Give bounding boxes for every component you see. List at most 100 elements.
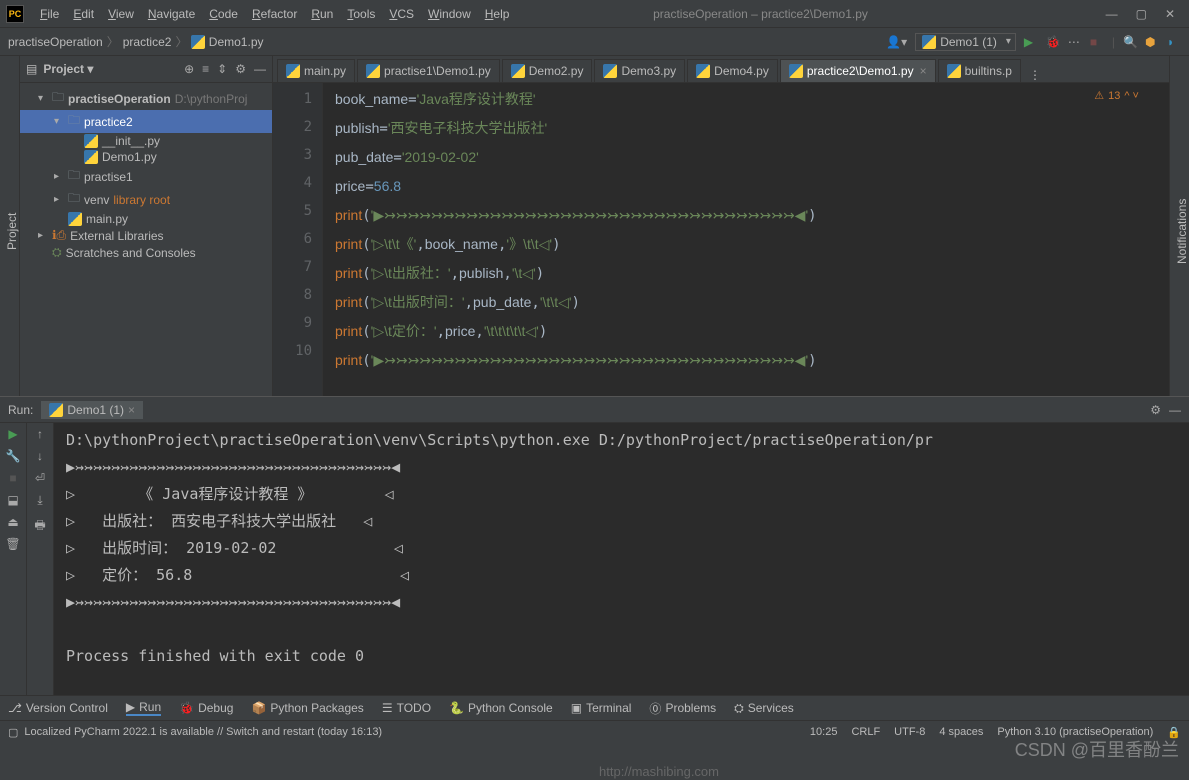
menu-refactor[interactable]: Refactor <box>246 5 303 23</box>
search-icon[interactable]: 🔍 <box>1123 35 1137 49</box>
hide-icon[interactable]: — <box>1169 403 1181 417</box>
tree-folder-practice2[interactable]: ▾🗀 practice2 <box>20 110 272 133</box>
editor-area: main.pypractise1\Demo1.pyDemo2.pyDemo3.p… <box>273 56 1169 396</box>
minimize-icon[interactable]: — <box>1106 7 1118 21</box>
gear-icon[interactable]: ⚙ <box>1150 403 1161 417</box>
indent-setting[interactable]: 4 spaces <box>939 726 983 738</box>
layout-icon[interactable]: ⬓ <box>7 493 18 507</box>
tree-folder-practise1[interactable]: ▸🗀 practise1 <box>20 165 272 188</box>
tree-external-libs[interactable]: ▸ℹ⎙ External Libraries <box>20 227 272 244</box>
tree-scratches[interactable]: ⛭ Scratches and Consoles <box>20 244 272 261</box>
menu-navigate[interactable]: Navigate <box>142 5 201 23</box>
up-icon[interactable]: ↑ <box>37 427 43 441</box>
editor-tab[interactable]: main.py <box>277 59 355 82</box>
user-icon[interactable]: 👤▾ <box>886 35 907 49</box>
print-icon[interactable]: 🖶 <box>34 516 45 537</box>
lock-icon[interactable]: 🔒 <box>1167 726 1181 739</box>
inspection-indicator[interactable]: ⚠ 13 ^ ˅ <box>1094 89 1139 102</box>
run-icon[interactable]: ▶ <box>1024 35 1038 49</box>
tree-root[interactable]: ▾🗀 practiseOperation D:\pythonProj <box>20 87 272 110</box>
status-message[interactable]: Localized PyCharm 2022.1 is available //… <box>24 726 382 738</box>
console-output[interactable]: D:\pythonProject\practiseOperation\venv\… <box>54 423 1189 695</box>
stop-icon[interactable]: ■ <box>9 471 16 485</box>
delete-icon[interactable]: 🗑 <box>5 537 20 551</box>
tree-file-demo1[interactable]: Demo1.py <box>20 149 272 165</box>
learn-icon[interactable]: ◗ <box>1167 35 1181 49</box>
tree-file-main[interactable]: main.py <box>20 211 272 227</box>
tool-tab-problems[interactable]: ⓪Problems <box>649 700 716 717</box>
editor-tab[interactable]: Demo3.py <box>594 59 685 82</box>
menu-view[interactable]: View <box>102 5 140 23</box>
tool-tab-services[interactable]: ⛭Services <box>734 701 794 716</box>
close-icon[interactable]: ✕ <box>1165 7 1175 21</box>
tool-tab-todo[interactable]: ☰TODO <box>382 701 431 715</box>
scroll-icon[interactable]: ⤓ <box>37 493 42 508</box>
maximize-icon[interactable]: ▢ <box>1136 7 1147 21</box>
tool-tab-version-control[interactable]: ⎇Version Control <box>8 701 108 715</box>
tool-tab-debug[interactable]: 🐞Debug <box>179 701 233 715</box>
app-logo: PC <box>6 5 24 23</box>
rerun-icon[interactable]: ▶ <box>8 427 17 441</box>
breadcrumb-sep: 〉 <box>107 33 119 50</box>
editor-tab[interactable]: Demo2.py <box>502 59 593 82</box>
tool-tab-python-packages[interactable]: 📦Python Packages <box>251 701 363 715</box>
tool-tab-terminal[interactable]: ▣Terminal <box>571 701 632 715</box>
folder-icon: 🗀 <box>52 88 64 109</box>
editor-tab[interactable]: practise1\Demo1.py <box>357 59 500 82</box>
editor-tab[interactable]: builtins.p <box>938 59 1021 82</box>
notifications-button[interactable]: Notifications <box>1175 66 1189 396</box>
run-tab[interactable]: Demo1 (1) × <box>41 401 143 419</box>
folder-icon: 🗀 <box>68 111 80 132</box>
project-view-icon[interactable]: ▤ <box>26 62 37 76</box>
more-tabs-icon[interactable]: ⋮ <box>1029 68 1041 82</box>
run-body: ▶ 🔧 ■ ⬓ ⏏ 🗑 ↑ ↓ ⏎ ⤓ 🖶 D:\pythonProject\p… <box>0 423 1189 695</box>
close-icon[interactable]: × <box>920 64 927 78</box>
code-area[interactable]: book_name='Java程序设计教程' publish='西安电子科技大学… <box>323 83 1169 396</box>
soft-wrap-icon[interactable]: ⏎ <box>35 471 45 485</box>
select-opened-icon[interactable]: ⊕ <box>184 62 194 76</box>
tool-tab-run[interactable]: ▶Run <box>126 700 161 716</box>
breadcrumb-seg[interactable]: practiseOperation <box>8 35 103 49</box>
tool-tab-python-console[interactable]: 🐍Python Console <box>449 701 553 715</box>
down-icon[interactable]: ↓ <box>37 449 43 463</box>
bottom-tool-tabs: ⎇Version Control ▶Run 🐞Debug 📦Python Packag… <box>0 695 1189 720</box>
status-icon[interactable]: ▢ <box>8 726 18 739</box>
tool-tab-icon: ⓪ <box>649 700 661 717</box>
editor-tab[interactable]: Demo4.py <box>687 59 778 82</box>
stop-icon[interactable]: ■ <box>1090 35 1104 49</box>
line-separator[interactable]: CRLF <box>851 726 880 738</box>
menu-tools[interactable]: Tools <box>341 5 381 23</box>
project-title[interactable]: Project ▾ <box>43 62 178 76</box>
python-icon <box>84 134 98 148</box>
caret-position[interactable]: 10:25 <box>810 726 838 738</box>
breadcrumb-seg[interactable]: Demo1.py <box>191 35 263 49</box>
editor[interactable]: 12345678910 book_name='Java程序设计教程' publi… <box>273 83 1169 396</box>
editor-tab[interactable]: practice2\Demo1.py× <box>780 59 936 82</box>
breadcrumb-seg[interactable]: practice2 <box>123 35 172 49</box>
titlebar: PC FileEditViewNavigateCodeRefactorRunTo… <box>0 0 1189 28</box>
python-icon <box>947 64 961 78</box>
tree-file-init[interactable]: __init__.py <box>20 133 272 149</box>
run-config-combo[interactable]: Demo1 (1) <box>915 33 1016 51</box>
ide-settings-icon[interactable]: ⬢ <box>1145 35 1159 49</box>
debug-icon[interactable]: 🐞 <box>1046 35 1060 49</box>
python-icon <box>511 64 525 78</box>
menu-file[interactable]: File <box>34 5 65 23</box>
interpreter[interactable]: Python 3.10 (practiseOperation) <box>997 726 1153 738</box>
window-controls: — ▢ ✕ <box>1106 7 1175 21</box>
close-icon[interactable]: × <box>128 403 135 417</box>
collapse-all-icon[interactable]: ⇕ <box>217 62 227 76</box>
expand-all-icon[interactable]: ≡ <box>202 62 209 76</box>
settings-icon[interactable]: ⚙ <box>235 62 246 76</box>
exit-icon[interactable]: ⏏ <box>7 515 18 529</box>
menu-run[interactable]: Run <box>305 5 339 23</box>
file-encoding[interactable]: UTF-8 <box>894 726 925 738</box>
menu-code[interactable]: Code <box>203 5 244 23</box>
hide-icon[interactable]: — <box>254 62 266 76</box>
tree-folder-venv[interactable]: ▸🗀 venv library root <box>20 188 272 211</box>
menu-edit[interactable]: Edit <box>67 5 100 23</box>
more-run-icon[interactable]: ⋯ <box>1068 35 1082 49</box>
wrench-icon[interactable]: 🔧 <box>6 449 21 463</box>
watermark: http://mashibing.com <box>599 764 719 779</box>
project-tool-button[interactable]: Project <box>5 66 19 396</box>
